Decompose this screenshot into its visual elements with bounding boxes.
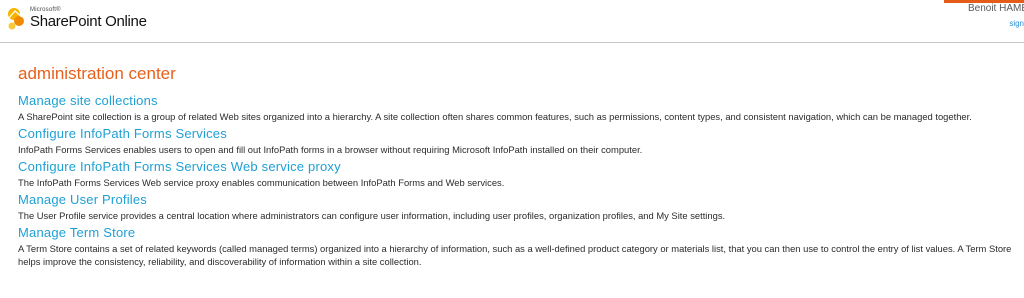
configure-infopath-forms-services-link[interactable]: Configure InfoPath Forms Services xyxy=(18,126,1018,141)
section-infopath-web-service-proxy: Configure InfoPath Forms Services Web se… xyxy=(18,159,1018,189)
user-name[interactable]: Benoit HAME xyxy=(868,3,1024,15)
page-title: administration center xyxy=(18,64,176,83)
main-content: administration center Manage site collec… xyxy=(18,64,1018,271)
section-manage-site-collections: Manage site collections A SharePoint sit… xyxy=(18,93,1018,123)
section-manage-user-profiles: Manage User Profiles The User Profile se… xyxy=(18,192,1018,222)
sharepoint-logo-icon xyxy=(7,8,24,30)
logo-product-text: SharePoint Online xyxy=(30,13,147,30)
manage-term-store-link[interactable]: Manage Term Store xyxy=(18,225,1018,240)
configure-infopath-web-service-proxy-link[interactable]: Configure InfoPath Forms Services Web se… xyxy=(18,159,1018,174)
manage-user-profiles-link[interactable]: Manage User Profiles xyxy=(18,192,1018,207)
sign-out-link[interactable]: sign xyxy=(868,19,1024,29)
section-configure-infopath-forms-services: Configure InfoPath Forms Services InfoPa… xyxy=(18,126,1018,156)
section-description: The User Profile service provides a cent… xyxy=(18,210,726,221)
sharepoint-online-logo[interactable]: Microsoft® SharePoint Online xyxy=(5,4,147,36)
section-description: A SharePoint site collection is a group … xyxy=(18,111,972,122)
section-description: The InfoPath Forms Services Web service … xyxy=(18,177,505,188)
manage-site-collections-link[interactable]: Manage site collections xyxy=(18,93,1018,108)
app-window: Microsoft® SharePoint Online Benoit HAME… xyxy=(0,0,1024,298)
top-header-bar: Microsoft® SharePoint Online Benoit HAME… xyxy=(0,0,1024,43)
section-manage-term-store: Manage Term Store A Term Store contains … xyxy=(18,225,1018,268)
section-description: A Term Store contains a set of related k… xyxy=(18,243,1012,267)
section-description: InfoPath Forms Services enables users to… xyxy=(18,144,643,155)
user-info: Benoit HAME sign xyxy=(868,3,1024,29)
